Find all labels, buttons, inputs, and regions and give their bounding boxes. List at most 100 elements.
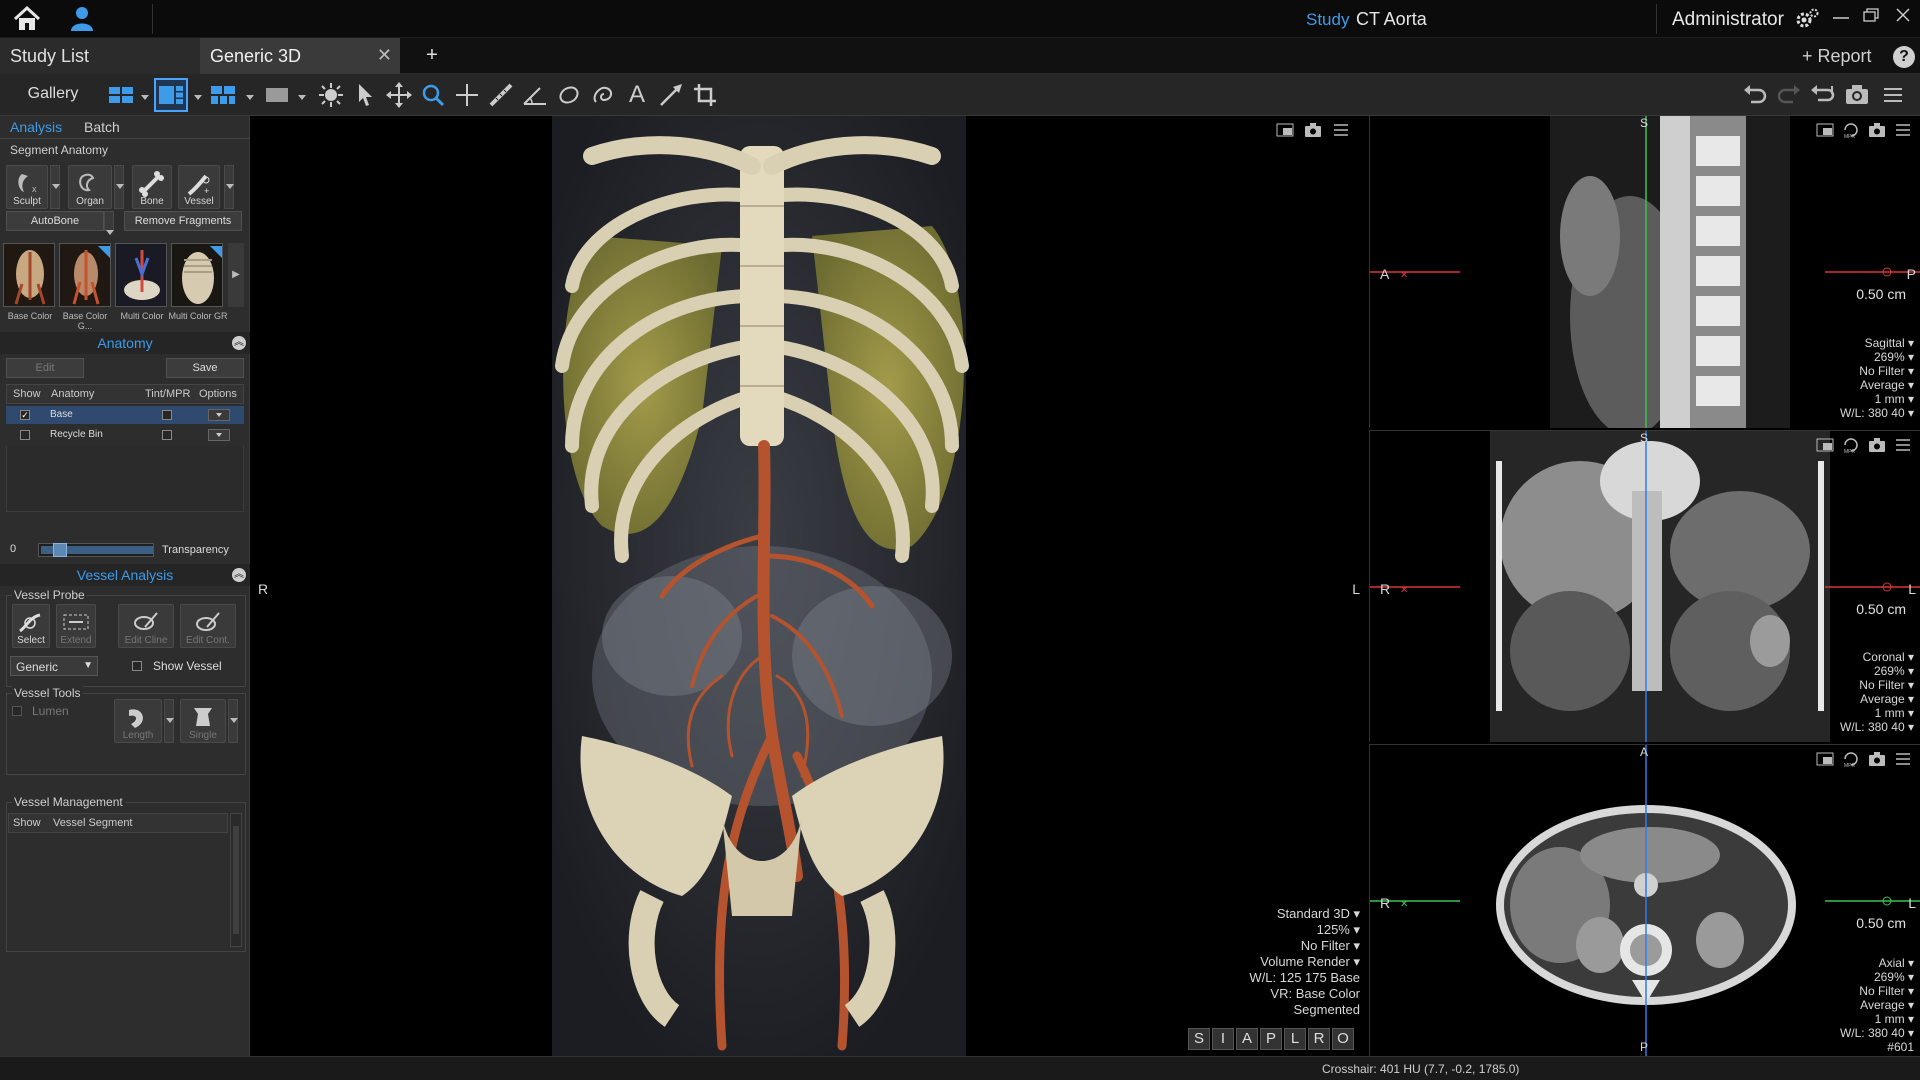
maximize-viewport-icon[interactable] [1276,122,1294,138]
window-level-menu[interactable]: W/L: 380 40 ▾ [1840,720,1914,734]
show-checkbox[interactable]: ✓ [20,410,30,420]
minimize-icon[interactable] [1828,4,1854,26]
view-superior-button[interactable]: S [1188,1028,1210,1050]
zoom-level-menu[interactable]: 269% ▾ [1840,350,1914,364]
render-preset-menu[interactable]: Standard 3D ▾ [1249,906,1360,922]
preset-thumb-multi-color[interactable] [115,243,167,307]
view-oblique-button[interactable]: O [1332,1028,1354,1050]
orientation-menu[interactable]: Axial ▾ [1840,956,1914,970]
slab-thickness[interactable]: 0.50 cm [1856,286,1906,302]
layout-dropdown-icon[interactable] [141,95,149,100]
ellipse-roi-icon[interactable] [554,80,584,110]
scrollbar-thumb[interactable] [233,826,239,934]
bone-button[interactable]: Bone [132,165,172,209]
ruler-icon[interactable] [486,80,516,110]
crop-icon[interactable] [690,80,720,110]
slice-thickness-menu[interactable]: 1 mm ▾ [1840,1012,1914,1026]
lumen-checkbox[interactable] [12,706,22,716]
collapse-icon[interactable]: ︽ [232,568,246,582]
window-level-menu[interactable]: W/L: 380 40 ▾ [1840,1026,1914,1040]
camera-icon[interactable] [1868,751,1886,767]
menu-icon[interactable] [1894,437,1912,453]
text-annotation-icon[interactable]: A [622,80,652,110]
pointer-icon[interactable] [350,80,380,110]
length-dropdown[interactable] [164,699,174,743]
projection-menu[interactable]: Average ▾ [1840,998,1914,1012]
maximize-viewport-icon[interactable] [1816,437,1834,453]
arrow-annotation-icon[interactable] [656,80,686,110]
preset-thumb-base-color[interactable] [3,243,55,307]
filter-menu[interactable]: No Filter ▾ [1840,984,1914,998]
crosshair-icon[interactable] [452,80,482,110]
layout-dropdown-icon[interactable] [194,95,202,100]
save-button[interactable]: Save [166,358,244,378]
window-level-icon[interactable] [316,80,346,110]
camera-icon[interactable] [1842,80,1872,110]
length-button[interactable]: Length [114,699,162,743]
restore-icon[interactable] [1858,4,1884,26]
coronal-viewport[interactable]: ✕ S R L MPR 0.50 cm Coronal ▾ 269% ▾ No … [1369,430,1920,742]
layout-2x3-icon[interactable] [208,80,238,110]
orientation-menu[interactable]: Sagittal ▾ [1840,336,1914,350]
projection-menu[interactable]: Average ▾ [1840,692,1914,706]
single-dropdown[interactable] [228,699,238,743]
anatomy-row[interactable]: ✓ Base [6,406,244,424]
zoom-level-menu[interactable]: 125% ▾ [1249,922,1360,938]
collapse-icon[interactable]: ︽ [232,336,246,350]
show-vessel-checkbox[interactable] [132,661,142,671]
transparency-slider[interactable] [38,543,154,557]
preset-scroll-right-icon[interactable]: ▶ [228,243,244,307]
show-checkbox[interactable] [20,430,30,440]
view-right-button[interactable]: R [1308,1028,1330,1050]
autobone-dropdown[interactable] [104,211,114,235]
filter-menu[interactable]: No Filter ▾ [1840,678,1914,692]
user-name[interactable]: Administrator [1672,9,1784,31]
view-posterior-button[interactable]: P [1260,1028,1282,1050]
redo-icon[interactable] [1774,80,1804,110]
options-dropdown[interactable] [208,409,230,421]
add-tab-button[interactable]: + [412,38,452,74]
autobone-button[interactable]: AutoBone [6,211,104,231]
camera-icon[interactable] [1868,437,1886,453]
pan-icon[interactable] [384,80,414,110]
layout-1x3-icon[interactable] [154,78,188,112]
report-button[interactable]: + Report [1802,46,1872,67]
menu-icon[interactable] [1894,751,1912,767]
undo-icon[interactable] [1740,80,1770,110]
maximize-viewport-icon[interactable] [1816,122,1834,138]
edit-cline-button[interactable]: Edit Cline [118,604,174,648]
mpr-rotate-icon[interactable]: MPR [1842,437,1860,455]
camera-icon[interactable] [1304,122,1322,138]
sagittal-viewport[interactable]: ✕ S A P MPR 0.50 cm Sagittal ▾ 269% ▾ No… [1369,116,1920,428]
axial-viewport[interactable]: ✕ A P R L MPR 0.50 cm Axial ▾ 269% ▾ No … [1369,744,1920,1056]
vessel-type-select[interactable]: Generic ▼ [10,656,98,676]
close-tab-icon[interactable]: ✕ [377,45,392,66]
window-level-menu[interactable]: W/L: 380 40 ▾ [1840,406,1914,420]
menu-icon[interactable] [1894,122,1912,138]
zoom-level-menu[interactable]: 269% ▾ [1840,664,1914,678]
select-probe-button[interactable]: Select [12,604,50,648]
tint-checkbox[interactable] [162,430,172,440]
projection-menu[interactable]: Average ▾ [1840,378,1914,392]
menu-icon[interactable] [1332,122,1350,138]
sculpt-dropdown[interactable] [50,165,60,209]
view-left-button[interactable]: L [1284,1028,1306,1050]
vessel-table-scrollbar[interactable] [230,813,242,947]
filter-menu[interactable]: No Filter ▾ [1840,364,1914,378]
slab-thickness[interactable]: 0.50 cm [1856,601,1906,617]
view-anterior-button[interactable]: A [1236,1028,1258,1050]
sculpt-button[interactable]: x Sculpt [6,165,48,209]
edit-contour-button[interactable]: Edit Cont. [180,604,236,648]
remove-fragments-button[interactable]: Remove Fragments [124,211,242,231]
subtab-batch[interactable]: Batch [84,119,120,135]
anatomy-row[interactable]: Recycle Bin [6,426,244,444]
preset-thumb-base-color-gr[interactable] [59,243,111,307]
menu-icon[interactable] [1878,80,1908,110]
vessel-dropdown[interactable] [224,165,234,209]
render-mode-menu[interactable]: Volume Render ▾ [1249,954,1360,970]
freehand-roi-icon[interactable] [588,80,618,110]
close-window-icon[interactable] [1890,4,1916,26]
slice-thickness-menu[interactable]: 1 mm ▾ [1840,392,1914,406]
vessel-button[interactable]: + Vessel [178,165,220,209]
subtab-analysis[interactable]: Analysis [10,119,62,135]
